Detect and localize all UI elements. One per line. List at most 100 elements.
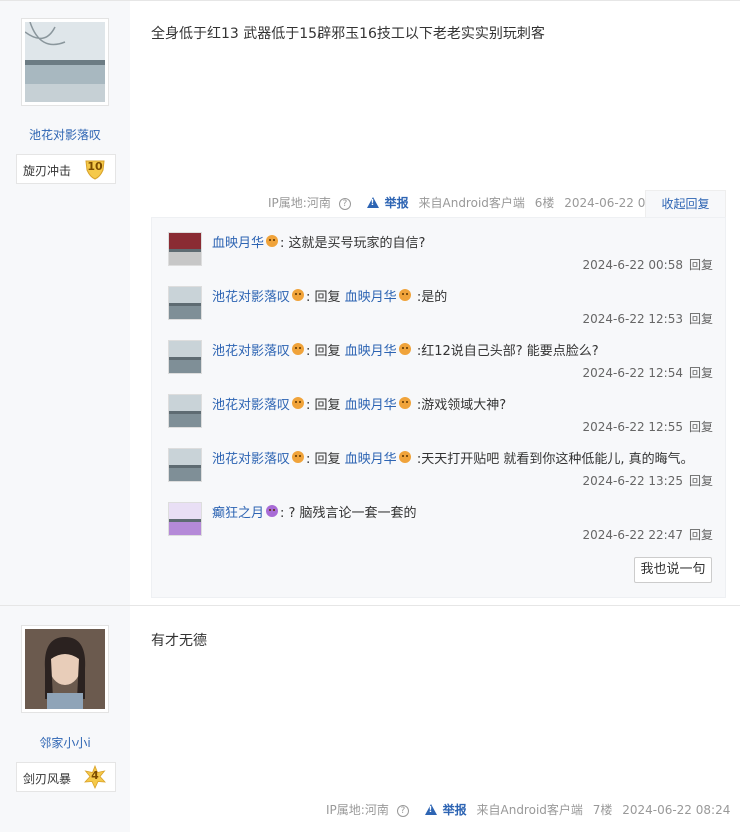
question-circle-icon[interactable]: ? (396, 804, 409, 817)
reply-avatar-image (169, 395, 201, 427)
reply-author[interactable]: 池花对影落叹 (212, 398, 290, 413)
reply-target[interactable]: 血映月华 (345, 452, 397, 467)
avatar[interactable] (21, 18, 109, 106)
reply-avatar[interactable] (168, 502, 202, 536)
ip-location: IP属地:河南 (326, 803, 389, 817)
reply-avatar[interactable] (168, 286, 202, 320)
cat-face-icon (266, 505, 279, 517)
reply-text: 池花对影落叹 : 回复 血映月华 :游戏领域大神? (212, 394, 506, 413)
floor-number: 7楼 (592, 803, 613, 817)
reply-avatar[interactable] (168, 232, 202, 266)
reply-button[interactable]: 回复 (689, 420, 713, 434)
cat-face-icon (398, 289, 411, 301)
cat-face-icon (398, 451, 411, 463)
avatar-image (25, 22, 105, 102)
post-time: 2024-06-22 08:24 (622, 803, 731, 817)
reply-meta: 2024-6-22 00:58 回复 (582, 256, 713, 273)
report-link[interactable]: 举报 (424, 803, 473, 817)
badge-level: 4 (91, 769, 99, 782)
reply-content: :天天打开贴吧 就看到你这种低能儿, 真的晦气。 (412, 452, 694, 467)
add-reply-button[interactable]: 我也说一句 (634, 557, 712, 583)
cat-face-icon (398, 397, 411, 409)
reply-avatar-image (169, 341, 201, 373)
ip-location: IP属地:河南 (268, 196, 331, 210)
warning-triangle-icon (424, 804, 437, 815)
cat-face-icon (292, 289, 305, 301)
cat-face-icon (398, 343, 411, 355)
reply-time: 2024-6-22 00:58 (582, 258, 683, 272)
reply-avatar[interactable] (168, 448, 202, 482)
reply-text: 池花对影落叹 : 回复 血映月华 :红12说自己头部? 能要点脸么? (212, 340, 599, 359)
reply-prefix: : 回复 (306, 398, 345, 413)
reply-text: 池花对影落叹 : 回复 血映月华 :天天打开贴吧 就看到你这种低能儿, 真的晦气。 (212, 448, 694, 467)
reply-author[interactable]: 池花对影落叹 (212, 452, 290, 467)
reply-item: 池花对影落叹 : 回复 血映月华 :是的 2024-6-22 12:53 回复 (168, 286, 713, 340)
reply-button[interactable]: 回复 (689, 366, 713, 380)
reply-prefix: : 回复 (306, 452, 345, 467)
reply-target[interactable]: 血映月华 (345, 398, 397, 413)
reply-target[interactable]: 血映月华 (345, 290, 397, 305)
author-name[interactable]: 池花对影落叹 (0, 126, 130, 143)
reply-meta: 2024-6-22 22:47 回复 (582, 526, 713, 543)
reply-list: 血映月华: 这就是买号玩家的自信? 2024-6-22 00:58 回复 池花对影落叹… (151, 217, 726, 598)
post-content: 有才无德 (151, 633, 207, 649)
reply-author[interactable]: 癫狂之月 (212, 506, 264, 521)
reply-meta: 2024-6-22 12:55 回复 (582, 418, 713, 435)
reply-content: :是的 (412, 290, 448, 305)
reply-text: 癫狂之月 : ? 脑残言论一套一套的 (212, 502, 417, 521)
badge-label: 旋刃冲击 (23, 164, 72, 178)
post-floor-6: 池花对影落叹 旋刃冲击 10 全身低于红13 武器低于15辟邪玉16技工以下老老… (0, 0, 740, 605)
reply-author[interactable]: 池花对影落叹 (212, 344, 290, 359)
author-name[interactable]: 邻家小小i (0, 734, 130, 751)
reply-avatar-image (169, 287, 201, 319)
level-badge[interactable]: 剑刃风暴 4 (16, 762, 116, 792)
reply-time: 2024-6-22 13:25 (582, 474, 683, 488)
reply-avatar[interactable] (168, 394, 202, 428)
reply-item: 池花对影落叹 : 回复 血映月华 :红12说自己头部? 能要点脸么? 2024-6-… (168, 340, 713, 394)
reply-item: 癫狂之月 : ? 脑残言论一套一套的 2024-6-22 22:47 回复 (168, 502, 713, 556)
reply-button[interactable]: 回复 (689, 474, 713, 488)
reply-item: 池花对影落叹 : 回复 血映月华 :游戏领域大神? 2024-6-22 12:55 回… (168, 394, 713, 448)
client-source: 来自Android客户端 (418, 196, 525, 210)
avatar[interactable] (21, 625, 109, 713)
reply-content: :红12说自己头部? 能要点脸么? (412, 344, 599, 359)
reply-time: 2024-6-22 12:54 (582, 366, 683, 380)
reply-avatar-image (169, 503, 201, 535)
reply-author[interactable]: 池花对影落叹 (212, 290, 290, 305)
fold-replies-button[interactable]: 收起回复 (645, 190, 726, 218)
cat-face-icon (292, 343, 305, 355)
reply-time: 2024-6-22 12:53 (582, 312, 683, 326)
reply-button[interactable]: 回复 (689, 258, 713, 272)
reply-button[interactable]: 回复 (689, 312, 713, 326)
cat-face-icon (292, 451, 305, 463)
reply-text: 池花对影落叹 : 回复 血映月华 :是的 (212, 286, 447, 305)
author-sidebar: 邻家小小i 剑刃风暴 4 (0, 606, 130, 832)
level-badge[interactable]: 旋刃冲击 10 (16, 154, 116, 184)
reply-time: 2024-6-22 22:47 (582, 528, 683, 542)
reply-avatar[interactable] (168, 340, 202, 374)
report-link[interactable]: 举报 (366, 196, 415, 210)
client-source: 来自Android客户端 (476, 803, 583, 817)
reply-time: 2024-6-22 12:55 (582, 420, 683, 434)
reply-prefix: : 回复 (306, 290, 345, 305)
reply-target[interactable]: 血映月华 (345, 344, 397, 359)
reply-prefix: : 回复 (306, 344, 345, 359)
question-circle-icon[interactable]: ? (338, 197, 351, 210)
post-content: 全身低于红13 武器低于15辟邪玉16技工以下老老实实别玩刺客 (151, 26, 545, 42)
reply-content: : 这就是买号玩家的自信? (280, 236, 426, 251)
post-floor-7: 邻家小小i 剑刃风暴 4 有才无德 IP属地:河南? 举报 来自Android客… (0, 605, 740, 832)
badge-level: 10 (87, 160, 103, 173)
badge-label: 剑刃风暴 (23, 772, 72, 786)
reply-button[interactable]: 回复 (689, 528, 713, 542)
cat-face-icon (266, 235, 279, 247)
reply-avatar-image (169, 449, 201, 481)
cat-face-icon (292, 397, 305, 409)
reply-content: : ? 脑残言论一套一套的 (280, 506, 417, 521)
reply-text: 血映月华 : 这就是买号玩家的自信? (212, 232, 425, 251)
reply-content: :游戏领域大神? (412, 398, 507, 413)
reply-item: 血映月华 : 这就是买号玩家的自信? 2024-6-22 00:58 回复 (168, 232, 713, 286)
reply-meta: 2024-6-22 12:54 回复 (582, 364, 713, 381)
reply-author[interactable]: 血映月华 (212, 236, 264, 251)
reply-meta: 2024-6-22 12:53 回复 (582, 310, 713, 327)
reply-meta: 2024-6-22 13:25 回复 (582, 472, 713, 489)
